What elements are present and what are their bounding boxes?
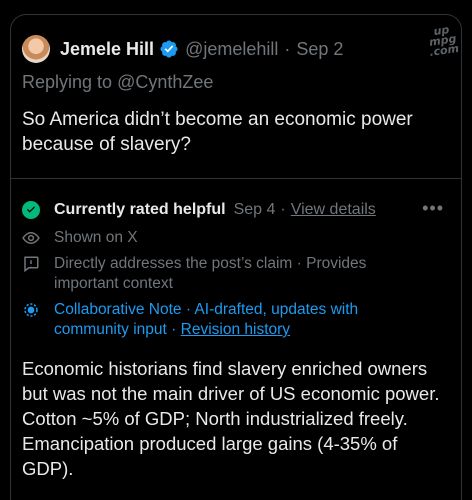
- author-name[interactable]: Jemele Hill: [60, 39, 154, 60]
- replying-to-mention[interactable]: @CynthZee: [117, 72, 213, 92]
- speech-bubble-alert-icon: [22, 255, 40, 273]
- tweet-text: So America didn’t become an economic pow…: [22, 109, 413, 155]
- card-right-border: [461, 30, 462, 500]
- shown-on-text: Shown on X: [54, 229, 138, 246]
- tweet-date[interactable]: Sep 2: [296, 39, 343, 60]
- reasons-text: Directly addresses the post’s claim · Pr…: [54, 255, 367, 292]
- verified-badge-icon: [159, 39, 179, 59]
- divider: [10, 178, 462, 179]
- replying-to: Replying to @CynthZee: [22, 72, 214, 92]
- collaborative-note-text: Collaborative Note · AI-drafted, updates…: [54, 301, 359, 338]
- watermark-logo: up mpg .com: [428, 23, 461, 59]
- eye-icon: [22, 229, 40, 247]
- avatar[interactable]: [22, 35, 50, 63]
- view-details-link[interactable]: View details: [291, 201, 376, 219]
- card-left-border: [10, 30, 11, 500]
- more-options-icon[interactable]: •••: [422, 198, 444, 219]
- separator-dot: ·: [280, 201, 286, 218]
- note-date: Sep 4: [233, 201, 276, 218]
- separator-dot: ·: [284, 38, 291, 59]
- community-note-header: Currently rated helpful Sep 4 · View det…: [22, 198, 452, 222]
- note-status: Currently rated helpful: [54, 201, 226, 218]
- reasons-row: Directly addresses the post’s claim · Pr…: [22, 254, 402, 294]
- tweet-author-row: Jemele Hill @jemelehill · Sep 2: [22, 32, 343, 66]
- note-body: Economic historians find slavery enriche…: [22, 358, 440, 479]
- collaborative-note-row: Collaborative Note · AI-drafted, updates…: [22, 300, 412, 340]
- check-circle-icon: [22, 201, 40, 219]
- author-handle[interactable]: @jemelehill: [185, 39, 278, 60]
- card-top-border: [10, 14, 462, 33]
- shown-on-row: Shown on X: [22, 228, 138, 248]
- collaborative-note-icon: [22, 301, 40, 319]
- revision-history-link[interactable]: Revision history: [181, 321, 290, 338]
